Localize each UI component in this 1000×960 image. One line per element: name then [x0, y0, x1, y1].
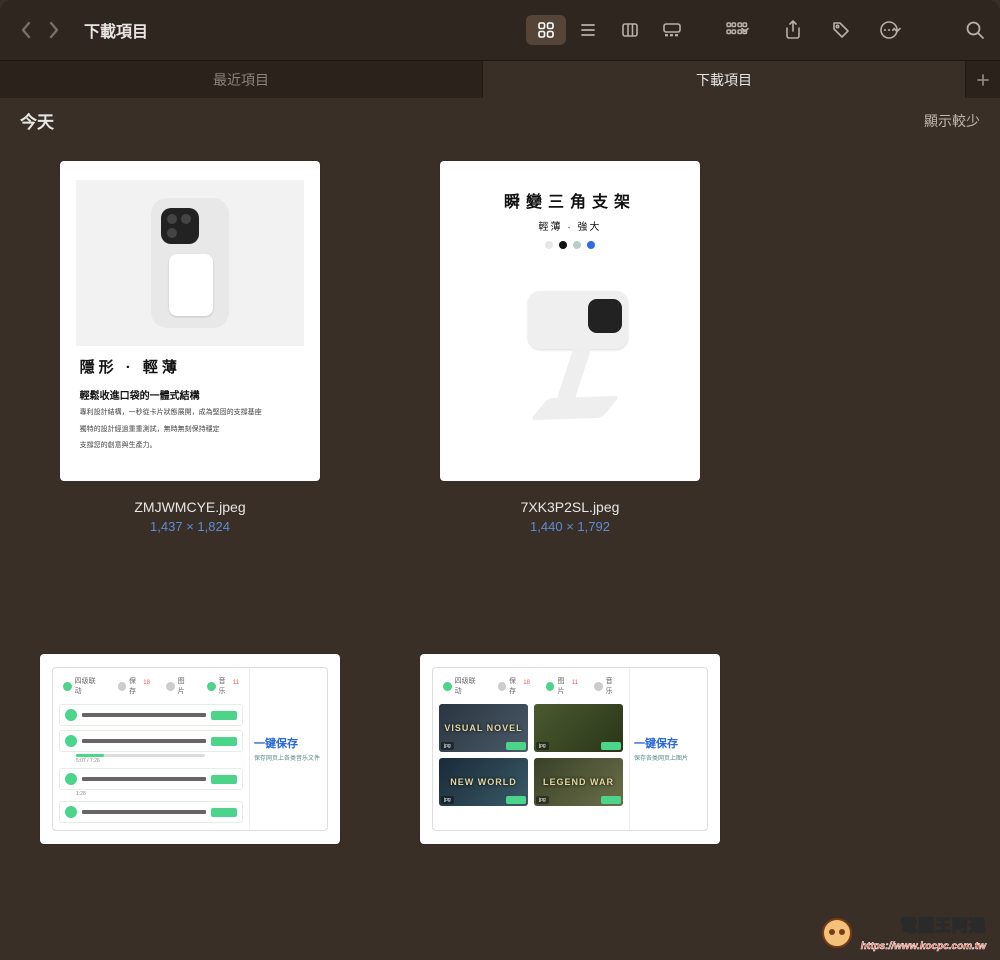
thumb-tab: 音乐 [606, 676, 619, 696]
thumb-tab: 音乐 [219, 676, 232, 696]
share-button[interactable] [782, 19, 804, 41]
thumb1-body: 支撐您的創意與生產力。 [80, 441, 301, 452]
thumb2-headline: 瞬變三角支架 [504, 188, 636, 212]
thumbnail: 四级联动 保存18 图片11 音乐 VISUAL NOVELjpg jpg NE… [420, 654, 720, 844]
swatch [573, 241, 581, 249]
icon-view-button[interactable] [526, 15, 566, 45]
file-name: 7XK3P2SL.jpeg [521, 499, 620, 515]
thumbnail: 瞬變三角支架 輕薄 · 強大 [440, 161, 700, 481]
back-button[interactable] [14, 16, 38, 44]
list-view-button[interactable] [568, 15, 608, 45]
toolbar: 下載項目 [0, 0, 1000, 60]
file-item[interactable]: 瞬變三角支架 輕薄 · 強大 7XK3P2SL.jpeg [420, 161, 720, 534]
swatch [559, 241, 567, 249]
column-view-button[interactable] [610, 15, 650, 45]
file-grid: 隱形 · 輕薄 輕鬆收進口袋的一體式結構 專利設計結構，一秒從卡片狀態展開，成為… [0, 141, 1000, 864]
thumb-tab: 图片 [178, 676, 191, 696]
image-tile: NEW WORLDjpg [439, 758, 528, 806]
thumb1-subhead: 輕鬆收進口袋的一體式結構 [80, 387, 301, 402]
section-heading: 今天 [20, 108, 54, 133]
watermark-name: 電腦王阿達 [901, 918, 986, 935]
watermark: 電腦王阿達 https://www.kocpc.com.tw [822, 912, 986, 954]
tags-button[interactable] [830, 19, 852, 41]
window-title: 下載項目 [70, 18, 162, 42]
thumb-tab: 图片 [557, 676, 570, 696]
audio-row [59, 801, 243, 823]
chevron-down-icon[interactable] [734, 19, 756, 41]
tripod-illustration [500, 281, 640, 431]
watermark-mascot-icon [822, 918, 852, 948]
tab-downloads[interactable]: 下載項目 [483, 61, 966, 98]
swatch [587, 241, 595, 249]
image-tile: jpg [534, 704, 623, 752]
thumb-cta-sub: 保存各类网页上图片 [634, 753, 703, 762]
thumb-tab: 保存 [509, 676, 522, 696]
show-less-button[interactable]: 顯示較少 [924, 111, 980, 131]
tab-bar: 最近項目 下載項目 [0, 60, 1000, 98]
thumb-cta-title: 一键保存 [254, 735, 323, 751]
file-dimensions: 1,437 × 1,824 [150, 519, 230, 534]
thumbnail: 四级联动 保存18 图片 音乐11 5:07 / 7:26 [40, 654, 340, 844]
audio-row [59, 768, 243, 790]
watermark-url: https://www.kocpc.com.tw [861, 941, 986, 952]
phone-case-illustration [151, 198, 229, 328]
thumb1-body: 獨特的設計經過重重測試，無時無刻保持穩定 [80, 425, 301, 436]
tab-recent[interactable]: 最近項目 [0, 61, 483, 98]
forward-button[interactable] [42, 16, 66, 44]
finder-window: 下載項目 [0, 0, 1000, 960]
section-header: 今天 顯示較少 [0, 98, 1000, 141]
search-button[interactable] [964, 19, 986, 41]
swatch [545, 241, 553, 249]
file-dimensions: 1,440 × 1,792 [530, 519, 610, 534]
audio-time: 5:07 / 7:26 [76, 758, 243, 764]
file-item[interactable]: 四级联动 保存18 图片 音乐11 5:07 / 7:26 [40, 654, 340, 844]
file-name: ZMJWMCYE.jpeg [134, 499, 245, 515]
audio-row [59, 730, 243, 752]
thumb2-subhead: 輕薄 · 強大 [539, 218, 602, 233]
thumb1-body: 專利設計結構，一秒從卡片狀態展開，成為堅固的支撐基座 [80, 408, 301, 419]
thumbnail: 隱形 · 輕薄 輕鬆收進口袋的一體式結構 專利設計結構，一秒從卡片狀態展開，成為… [60, 161, 320, 481]
image-tile: LEGEND WARjpg [534, 758, 623, 806]
thumb-tab: 保存 [129, 676, 142, 696]
color-swatches [545, 241, 595, 249]
thumb-cta-title: 一键保存 [634, 735, 703, 751]
gallery-view-button[interactable] [652, 15, 692, 45]
image-tile: VISUAL NOVELjpg [439, 704, 528, 752]
thumb1-headline: 隱形 · 輕薄 [80, 356, 301, 377]
thumb-tab: 四级联动 [75, 676, 102, 696]
file-item[interactable]: 隱形 · 輕薄 輕鬆收進口袋的一體式結構 專利設計結構，一秒從卡片狀態展開，成為… [40, 161, 340, 534]
new-tab-button[interactable] [966, 61, 1000, 98]
chevron-down-icon[interactable] [886, 19, 908, 41]
view-mode-segment [524, 13, 694, 47]
file-item[interactable]: 四级联动 保存18 图片11 音乐 VISUAL NOVELjpg jpg NE… [420, 654, 720, 844]
audio-row [59, 704, 243, 726]
toolbar-right [726, 19, 986, 41]
thumb-cta-sub: 保存网页上各类音乐文件 [254, 753, 323, 762]
thumb-tab: 四级联动 [455, 676, 482, 696]
